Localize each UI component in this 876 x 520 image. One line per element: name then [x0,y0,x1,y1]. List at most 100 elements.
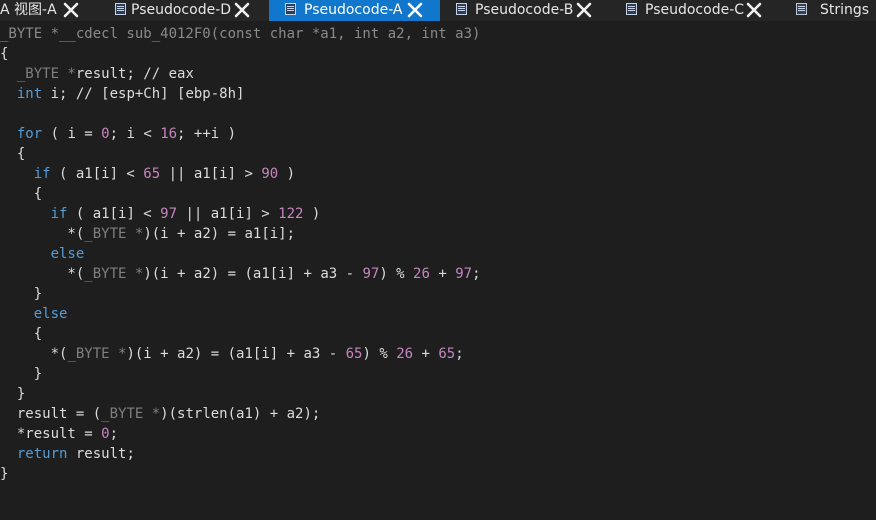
code-token: ; [472,266,481,282]
code-token: *( [0,266,85,282]
code-token: { [0,46,9,62]
code-token: 0 [101,126,110,142]
code-token: 90 [261,166,279,182]
code-token: )(i + a2) = (a1[i] + a3 - [126,346,346,362]
code-token: } [0,286,43,302]
tab-view-a[interactable]: A 视图-A [0,0,92,21]
code-line[interactable]: *(_BYTE *)(i + a2) = a1[i]; [0,224,295,244]
code-line[interactable]: { [0,44,8,64]
code-token: 0 [101,426,110,442]
tab-label: A 视图-A [0,2,57,18]
code-line[interactable]: _BYTE *__cdecl sub_4012F0(const char *a1… [0,24,480,44]
code-token: + [413,346,439,362]
code-token: || a1[i] > [177,206,279,222]
code-token: _BYTE *__cdecl sub_4012F0(const char *a1… [0,26,481,42]
code-token: _BYTE * [101,406,161,422]
code-line[interactable]: } [0,384,25,404]
code-token: 65 [438,346,456,362]
code-token: 97 [455,266,473,282]
code-token: *( [0,346,68,362]
code-token: ( a1[i] < [50,166,144,182]
tab-pseudocode-a[interactable]: Pseudocode-A [269,0,440,21]
code-token: _BYTE * [16,66,76,82]
code-token: for [16,126,43,142]
code-token: )( [160,406,178,422]
code-token: { [0,326,43,342]
code-line[interactable]: { [0,324,42,344]
code-line[interactable]: _BYTE *result; // eax [0,64,194,84]
tab-label: Strings [820,2,870,18]
tab-pseudocode-c[interactable]: Pseudocode-C [610,0,780,21]
code-token: (a1) + a2); [227,406,321,422]
code-line[interactable]: } [0,284,42,304]
code-token: _BYTE * [84,226,144,242]
code-token: ; [455,346,464,362]
code-line[interactable]: *(_BYTE *)(i + a2) = (a1[i] + a3 - 65) %… [0,344,464,364]
code-token: result; // eax [75,66,194,82]
code-token: *( [0,226,85,242]
code-line[interactable]: result = (_BYTE *)(strlen(a1) + a2); [0,404,320,424]
tab-strings[interactable]: Strings [780,0,876,21]
code-token: 65 [143,166,161,182]
close-icon[interactable] [575,1,593,19]
code-line[interactable]: else [0,304,68,324]
code-token: + [429,266,456,282]
tab-label: Pseudocode-C [645,2,745,18]
code-token: )(i + a2) = a1[i]; [143,226,296,242]
code-token: )(i + a2) = (a1[i] + a3 - [143,266,363,282]
code-token: return [16,446,68,462]
close-icon[interactable] [406,1,424,19]
code-token: } [0,386,26,402]
tab-label: Pseudocode-D [131,2,232,18]
code-token: ( i = [42,126,102,142]
code-line[interactable]: else [0,244,85,264]
code-line[interactable]: { [0,184,42,204]
code-line[interactable]: if ( a1[i] < 97 || a1[i] > 122 ) [0,204,321,224]
close-icon[interactable] [62,1,80,19]
code-line[interactable]: *(_BYTE *)(i + a2) = (a1[i] + a3 - 97 ) %… [0,264,481,284]
code-line[interactable]: for ( i = 0; i < 16; ++i ) [0,124,236,144]
code-token: { [0,186,43,202]
code-token: result = ( [0,406,102,422]
code-line[interactable]: } [0,364,42,384]
code-line[interactable]: if ( a1[i] < 65 || a1[i] > 90 ) [0,164,295,184]
pseudocode-icon [456,3,467,15]
code-token: ( a1[i] < [67,206,161,222]
tab-pseudocode-b[interactable]: Pseudocode-B [440,0,610,21]
code-line[interactable]: } [0,464,8,484]
code-token: ; i < [109,126,161,142]
code-token: || a1[i] > [160,166,262,182]
close-icon[interactable] [233,1,251,19]
code-line[interactable]: return result; [0,444,135,464]
code-token: 26 [413,266,430,282]
code-token: ; [109,426,119,442]
code-token: ) [278,166,296,182]
close-icon[interactable] [745,1,763,19]
code-line[interactable]: int i; // [esp+Ch] [ebp-8h] [0,84,245,104]
code-token: } [0,466,9,482]
tab-label: Pseudocode-B [475,2,574,18]
code-token: } [0,366,43,382]
code-token: 65 [345,346,363,362]
code-line[interactable]: *result = 0; [0,424,118,444]
tab-pseudocode-d[interactable]: Pseudocode-D [98,0,268,21]
code-token: 26 [396,346,414,362]
code-token: 16 [160,126,178,142]
code-line[interactable]: { [0,144,25,164]
code-token: else [33,306,68,322]
tab-bar: A 视图-A Pseudocode-D Pseudocode-A Pseudoc… [0,0,876,21]
strings-icon [796,3,807,15]
code-token: { [0,146,26,162]
pseudocode-editor[interactable]: _BYTE *__cdecl sub_4012F0(const char *a1… [0,21,876,520]
code-token: ; ++i ) [177,126,237,142]
code-token: _BYTE * [84,266,144,282]
code-token: ) % [379,266,414,282]
